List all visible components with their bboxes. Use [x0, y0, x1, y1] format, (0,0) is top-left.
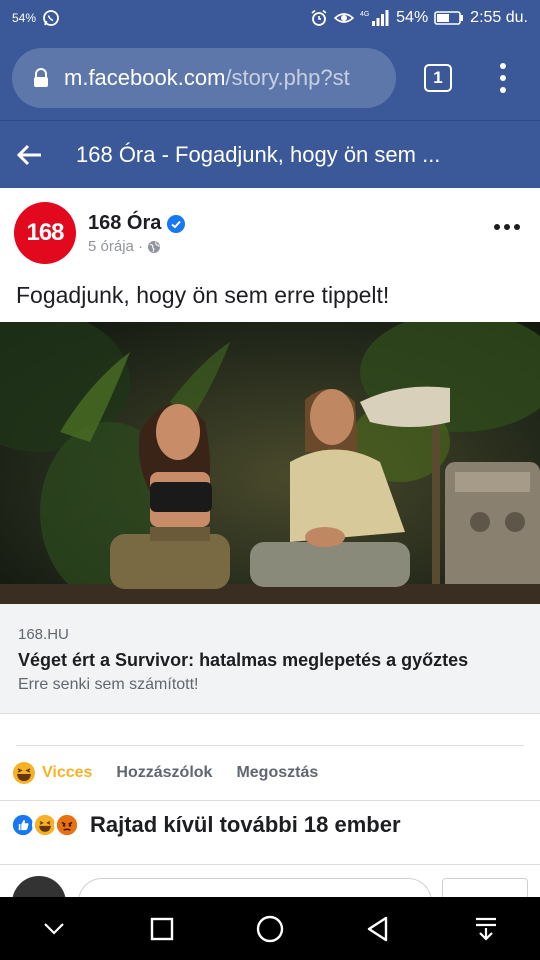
share-label: Megosztás [236, 764, 319, 781]
link-preview[interactable]: 168.HU Véget ért a Survivor: hatalmas me… [0, 604, 540, 714]
status-left: 54% [12, 9, 60, 27]
survivor-photo [0, 322, 540, 604]
reaction-icons [10, 812, 80, 838]
divider [0, 864, 540, 865]
link-subtitle: Erre senki sem számított! [18, 676, 199, 693]
network-type: 4G [360, 11, 369, 18]
react-button[interactable]: Vicces [12, 761, 92, 785]
share-button[interactable]: Megosztás [236, 764, 318, 782]
url-path: /story.php?st [225, 65, 350, 90]
page-avatar[interactable]: 168 [14, 202, 76, 264]
page-name: 168 Óra [88, 212, 162, 234]
status-battery-small: 54% [12, 11, 37, 25]
lock-icon [34, 68, 48, 87]
link-domain: 168.HU [18, 626, 69, 643]
battery-icon [434, 10, 464, 26]
browser-menu-icon[interactable] [498, 63, 508, 93]
nav-notifications-button[interactable] [466, 909, 506, 949]
back-arrow-icon [17, 144, 41, 165]
back-button[interactable] [0, 121, 60, 189]
battery-percent: 54% [396, 9, 429, 26]
status-right: 4G 54% 2:55 du. [310, 9, 528, 27]
nav-home-button[interactable] [250, 909, 290, 949]
react-label: Vicces [42, 764, 93, 781]
url-text: m.facebook.com/story.php?st [64, 65, 350, 91]
whatsapp-icon [42, 9, 60, 27]
action-bar: Vicces Hozzászólok Megosztás [0, 746, 540, 800]
tab-switcher-button[interactable]: 1 [424, 64, 452, 92]
page-name-link[interactable]: 168 Óra [88, 212, 186, 235]
post-text: Fogadjunk, hogy ön sem erre tippelt! [16, 282, 390, 308]
post-time[interactable]: 5 órája · [88, 238, 143, 255]
address-bar[interactable]: m.facebook.com/story.php?st [12, 48, 396, 108]
link-title: Véget ért a Survivor: hatalmas meglepeté… [18, 650, 469, 670]
nav-back-button[interactable] [358, 909, 398, 949]
reactions-summary[interactable]: Rajtad kívül további 18 ember [10, 812, 401, 838]
globe-icon [148, 240, 161, 253]
chevron-down-icon [44, 922, 64, 935]
alarm-icon [310, 9, 328, 27]
signal-icon: 4G [360, 9, 390, 27]
url-host: m.facebook.com [64, 65, 226, 90]
post-header: 168 168 Óra 5 órája · [0, 188, 540, 270]
nav-recents-button[interactable] [142, 909, 182, 949]
comment-button[interactable]: Hozzászólok [116, 764, 212, 782]
screen: 54% 4G 54% 2:55 du. m.facebook.com/story… [0, 0, 540, 960]
status-bar: 54% 4G 54% 2:55 du. [0, 0, 540, 36]
browser-toolbar: m.facebook.com/story.php?st 1 [0, 36, 540, 120]
comment-label: Hozzászólok [116, 764, 213, 781]
square-icon [150, 917, 174, 940]
eye-icon [334, 10, 355, 26]
divider [0, 800, 540, 801]
nav-down-button[interactable] [34, 909, 74, 949]
post-meta: 5 órája · [88, 238, 161, 255]
more-options-icon[interactable] [494, 224, 520, 230]
angry-reaction-icon [54, 812, 80, 838]
verified-badge-icon [167, 214, 186, 233]
reaction-summary-text: Rajtad kívül további 18 ember [90, 812, 401, 837]
page-title: 168 Óra - Fogadjunk, hogy ön sem ... [76, 141, 441, 167]
haha-emoji-icon [13, 762, 35, 784]
clock: 2:55 du. [470, 9, 528, 26]
facebook-header: 168 Óra - Fogadjunk, hogy ön sem ... [0, 120, 540, 188]
notification-pull-icon [476, 917, 496, 941]
post-image[interactable] [0, 322, 540, 604]
avatar-logo-text: 168 [26, 219, 64, 246]
system-nav-bar [0, 897, 540, 960]
triangle-back-icon [367, 916, 388, 941]
circle-home-icon [256, 915, 284, 942]
